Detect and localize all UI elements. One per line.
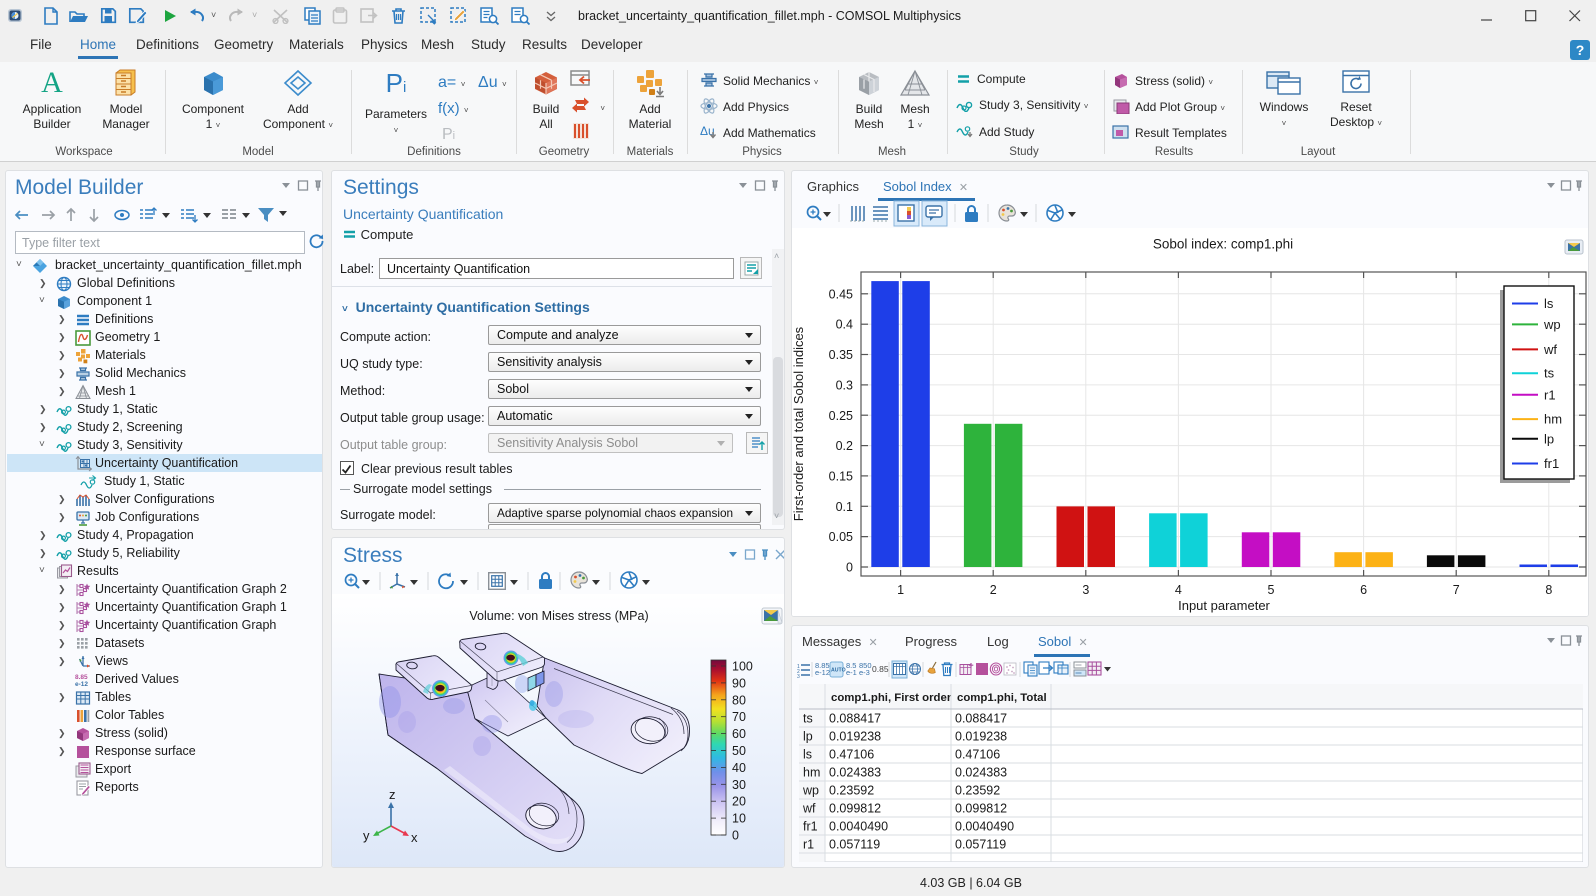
svg-text:40: 40 (732, 761, 746, 775)
svg-text:0.15: 0.15 (829, 469, 853, 483)
svg-text:60: 60 (732, 727, 746, 741)
svg-text:hm: hm (1544, 412, 1562, 427)
svg-text:0.0040490: 0.0040490 (829, 820, 888, 834)
svg-text:2: 2 (990, 583, 997, 597)
svg-text:20: 20 (732, 795, 746, 809)
svg-text:fr1: fr1 (803, 820, 818, 834)
svg-text:comp1.phi, Total: comp1.phi, Total (957, 692, 1047, 704)
svg-text:0: 0 (732, 829, 739, 843)
svg-text:0.024383: 0.024383 (955, 766, 1007, 780)
svg-text:fr1: fr1 (1544, 456, 1559, 471)
svg-text:Sobol index: comp1.phi: Sobol index: comp1.phi (1153, 237, 1293, 252)
svg-text:0.23592: 0.23592 (829, 784, 874, 798)
svg-text:First-order and total Sobol in: First-order and total Sobol indices (792, 326, 806, 521)
svg-text:0.85: 0.85 (872, 664, 889, 674)
svg-text:5: 5 (1268, 583, 1275, 597)
svg-text:0.35: 0.35 (829, 348, 853, 362)
svg-text:0.3: 0.3 (836, 378, 853, 392)
svg-text:4: 4 (1175, 583, 1182, 597)
svg-text:e-12: e-12 (815, 668, 830, 677)
svg-text:wp: wp (802, 784, 819, 798)
svg-text:8.85: 8.85 (75, 674, 88, 681)
svg-text:y: y (363, 828, 370, 843)
svg-text:0.0040490: 0.0040490 (955, 820, 1014, 834)
svg-text:0.1: 0.1 (836, 500, 853, 514)
svg-text:x: x (411, 830, 418, 845)
svg-text:comp1.phi, First order: comp1.phi, First order (831, 692, 952, 704)
svg-text:0.47106: 0.47106 (955, 748, 1000, 762)
svg-text:0.057119: 0.057119 (829, 838, 880, 852)
svg-text:0.25: 0.25 (829, 409, 853, 423)
svg-text:50: 50 (732, 744, 746, 758)
svg-text:e-3: e-3 (859, 668, 870, 677)
svg-text:1: 1 (897, 583, 904, 597)
svg-text:lp: lp (1544, 431, 1554, 446)
svg-text:6: 6 (1360, 583, 1367, 597)
svg-text:e-1: e-1 (846, 668, 857, 677)
svg-text:70: 70 (732, 710, 746, 724)
svg-text:80: 80 (732, 693, 746, 707)
svg-text:hm: hm (803, 766, 820, 780)
svg-text:r1: r1 (803, 838, 814, 852)
svg-text:0.05: 0.05 (829, 530, 853, 544)
svg-text:0.23592: 0.23592 (955, 784, 1000, 798)
svg-text:0.47106: 0.47106 (829, 748, 874, 762)
svg-text:0.099812: 0.099812 (829, 802, 881, 816)
svg-text:Volume: von Mises stress (MPa): Volume: von Mises stress (MPa) (469, 609, 648, 623)
svg-text:0.45: 0.45 (829, 287, 853, 301)
svg-text:3: 3 (797, 674, 800, 680)
svg-text:r1: r1 (1544, 387, 1556, 402)
svg-text:0.088417: 0.088417 (955, 712, 1007, 726)
svg-text:3: 3 (1082, 583, 1089, 597)
svg-text:0.019238: 0.019238 (955, 730, 1007, 744)
svg-text:Input parameter: Input parameter (1178, 598, 1270, 613)
svg-text:0.2: 0.2 (836, 439, 853, 453)
svg-text:AUTO: AUTO (831, 668, 846, 674)
svg-text:wp: wp (1543, 317, 1561, 332)
svg-text:7: 7 (1453, 583, 1460, 597)
svg-text:30: 30 (732, 778, 746, 792)
svg-text:ts: ts (1544, 366, 1555, 381)
svg-text:ls: ls (1544, 296, 1554, 311)
svg-text:0.057119: 0.057119 (955, 838, 1006, 852)
svg-text:90: 90 (732, 676, 746, 690)
svg-text:wf: wf (1543, 342, 1557, 357)
svg-text:0: 0 (846, 561, 853, 575)
svg-text:ls: ls (803, 748, 812, 762)
svg-text:wf: wf (802, 802, 816, 816)
svg-text:0.099812: 0.099812 (955, 802, 1007, 816)
svg-text:lp: lp (803, 730, 813, 744)
svg-text:0.019238: 0.019238 (829, 730, 881, 744)
svg-text:0.4: 0.4 (836, 318, 853, 332)
svg-text:e-12: e-12 (75, 681, 88, 688)
svg-text:z: z (389, 787, 396, 802)
svg-text:0.024383: 0.024383 (829, 766, 881, 780)
svg-text:ts: ts (803, 712, 813, 726)
svg-text:0.088417: 0.088417 (829, 712, 881, 726)
svg-text:10: 10 (732, 812, 746, 826)
svg-text:100: 100 (732, 660, 753, 674)
svg-text:8: 8 (1545, 583, 1552, 597)
